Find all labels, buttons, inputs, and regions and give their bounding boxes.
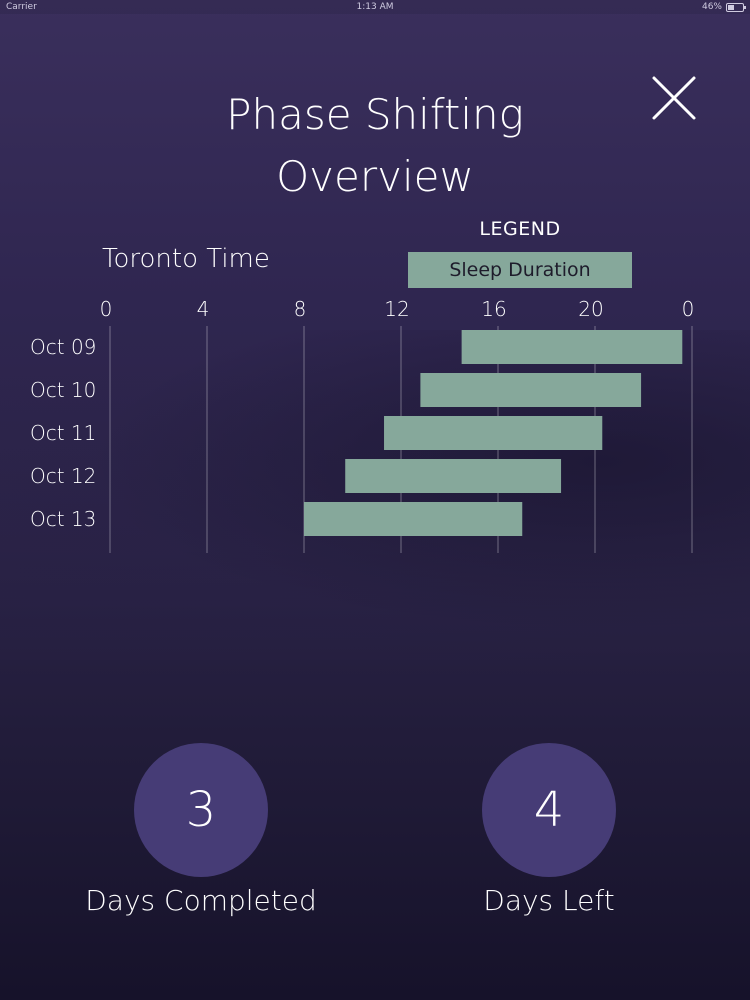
status-bar: Carrier 1:13 AM 46% [0, 0, 750, 14]
timezone-label: Toronto Time [102, 244, 270, 274]
days-completed-label: Days Completed [85, 884, 317, 917]
days-completed-circle: 3 [134, 743, 268, 877]
legend-sleep-duration: Sleep Duration [408, 252, 632, 288]
close-icon [652, 76, 696, 120]
sleep-bar [461, 330, 683, 364]
row-label: Oct 13 [30, 507, 96, 531]
sleep-bar [420, 373, 642, 407]
days-completed-value: 3 [185, 782, 217, 838]
sleep-bar [345, 459, 562, 493]
page-title-line-1: Phase Shifting [226, 90, 524, 139]
row-label: Oct 10 [30, 378, 96, 402]
x-tick-label: 20 [578, 297, 603, 321]
x-tick-label: 0 [100, 297, 113, 321]
page-title-line-2: Overview [276, 152, 474, 201]
status-time: 1:13 AM [356, 2, 394, 12]
row-label: Oct 11 [30, 421, 96, 445]
close-button[interactable] [646, 70, 702, 126]
days-left-circle: 4 [482, 743, 616, 877]
x-tick-label: 0 [682, 297, 695, 321]
battery-status: 46% [701, 2, 746, 12]
x-tick-label: 4 [197, 297, 210, 321]
battery-icon [726, 2, 746, 12]
x-tick-label: 12 [384, 297, 409, 321]
days-left-label: Days Left [483, 884, 615, 917]
page-title: Phase Shifting Overview [0, 84, 750, 208]
x-tick-label: 8 [294, 297, 307, 321]
row-label: Oct 12 [30, 464, 96, 488]
sleep-bar [304, 502, 523, 536]
battery-percent: 46% [701, 2, 722, 12]
sleep-bar [384, 416, 603, 450]
x-tick-label: 16 [481, 297, 506, 321]
row-label: Oct 09 [30, 335, 96, 359]
sleep-chart: 0 4 8 12 16 20 0Oct 09Oct 10Oct 11Oct 12Oct 13 [30, 297, 695, 553]
days-left-value: 4 [533, 782, 565, 838]
legend-title: LEGEND [479, 218, 561, 240]
